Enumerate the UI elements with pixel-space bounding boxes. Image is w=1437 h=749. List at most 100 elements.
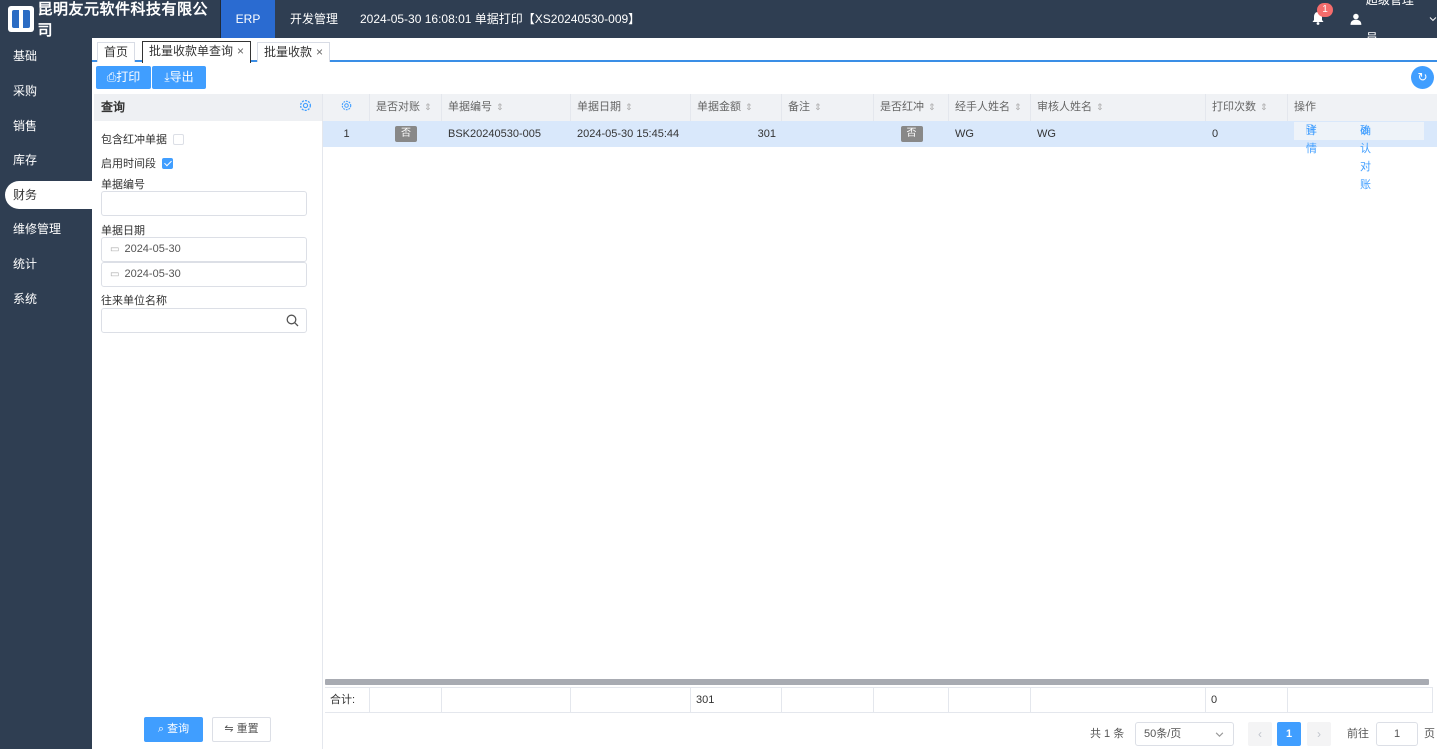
date-to-input[interactable]: ▭ 2024-05-30 [101,262,307,287]
page-number-current[interactable]: 1 [1277,722,1301,746]
partner-input[interactable] [101,308,307,333]
sidebar-item-statistics[interactable]: 统计 [0,250,92,278]
goto-page-input[interactable]: 1 [1376,722,1418,746]
sidebar-item-maintenance[interactable]: 维修管理 [0,215,92,243]
doc-date-cell: 2024-05-30 15:45:44 [577,128,680,140]
sidebar-item-basic[interactable]: 基础 [0,42,92,70]
sidebar-item-system[interactable]: 系统 [0,285,92,313]
search-icon: ⌕ [157,723,165,735]
footer-total-label: 合计: [325,688,370,713]
gear-icon[interactable] [340,99,353,112]
user-menu[interactable]: 超级管理员 [1350,0,1437,45]
export-button[interactable]: ⤓导出 [152,66,206,89]
column-settings[interactable] [323,94,370,121]
nav-erp[interactable]: ERP [221,0,275,38]
refresh-button[interactable]: ↻ [1411,66,1434,89]
col-reversed[interactable]: 是否红冲 ⇕ [874,94,949,121]
footer-cell [874,688,949,713]
tab-batch-receipt-query[interactable]: 批量收款单查询 × [142,41,252,63]
sidebar-item-purchase[interactable]: 采购 [0,77,92,105]
sort-icon[interactable]: ⇕ [1260,102,1268,112]
col-reconciled[interactable]: 是否对账 ⇕ [370,94,442,121]
print-button[interactable]: ⎙打印 [96,66,151,89]
prev-page-button[interactable]: ‹ [1248,722,1272,746]
sort-icon[interactable]: ⇕ [424,102,432,112]
footer-cell [1288,688,1433,713]
print-count-cell: 0 [1212,128,1219,140]
col-amount[interactable]: 单据金额 ⇕ [691,94,782,121]
footer-cell [949,688,1031,713]
doc-date-label: 单据日期 [101,225,145,237]
include-reversed-checkbox[interactable] [173,134,184,145]
sort-icon[interactable]: ⇕ [928,102,936,112]
sidebar-item-inventory[interactable]: 库存 [0,146,92,174]
horizontal-scrollbar[interactable] [325,679,1429,685]
gear-icon[interactable] [298,98,313,113]
total-count: 共 1 条 [1090,728,1125,740]
next-page-button[interactable]: › [1307,722,1331,746]
sort-icon[interactable]: ⇕ [625,102,633,112]
handler-cell: WG [955,128,974,140]
footer-cell [1031,688,1206,713]
footer-cell [571,688,691,713]
calendar-icon: ▭ [110,244,120,255]
close-icon[interactable]: × [237,44,244,58]
row-index: 1 [343,128,350,140]
status-badge: 否 [395,126,417,143]
sidebar: 基础 采购 销售 库存 财务 维修管理 统计 系统 [0,38,92,749]
status-badge: 否 [900,126,923,143]
page-size-select[interactable]: 50条/页 [1135,722,1234,746]
chevron-down-icon [1215,732,1224,737]
company-name: 昆明友元软件科技有限公司 [37,0,209,39]
col-doc-date[interactable]: 单据日期 ⇕ [571,94,691,121]
reset-button[interactable]: ⇋ 重置 [212,717,271,742]
search-button[interactable]: ⌕ 查询 [144,717,203,742]
query-header: 查询 [94,94,322,121]
footer-print-count: 0 [1206,688,1288,713]
col-remark[interactable]: 备注 ⇕ [782,94,874,121]
col-doc-no[interactable]: 单据编号 ⇕ [442,94,571,121]
query-panel: 查询 包含红冲单据 启用时间段 单据编号 单据日期 ▭ 2024-05-30 ▭ 2… [94,94,323,749]
goto-label: 前往 [1347,728,1369,740]
enable-period-option[interactable]: 启用时间段 [101,155,173,171]
brand[interactable]: 昆明友元软件科技有限公司 [0,0,221,39]
col-actions: 操作 [1294,101,1316,113]
enable-period-checkbox[interactable] [162,158,173,169]
sidebar-item-finance[interactable]: 财务 [5,181,92,209]
col-auditor[interactable]: 审核人姓名 ⇕ [1031,94,1206,121]
footer-cell [442,688,571,713]
tab-home[interactable]: 首页 [97,42,136,62]
include-reversed-option[interactable]: 包含红冲单据 [101,131,184,147]
sort-icon[interactable]: ⇕ [745,102,753,112]
sort-icon[interactable]: ⇕ [496,102,504,112]
reversed-cell: 否 [874,121,949,147]
top-bar: 昆明友元软件科技有限公司 ERP 开发管理 2024-05-30 16:08:0… [0,0,1437,45]
table-row[interactable]: 1 否 BSK20240530-005 2024-05-30 15:45:44 … [323,121,1437,147]
notification-badge: 1 [1317,3,1333,17]
company-logo-icon [8,6,34,32]
doc-no-input[interactable] [101,191,307,216]
amount-cell: 301 [757,128,776,140]
close-icon[interactable]: × [316,45,323,59]
auditor-cell: WG [1037,128,1056,140]
footer-cell [782,688,874,713]
reconciled-cell: 否 [370,121,442,147]
reset-icon: ⇋ [224,723,234,735]
sort-icon[interactable]: ⇕ [814,102,822,112]
sort-icon[interactable]: ⇕ [1014,102,1022,112]
tab-batch-receipt[interactable]: 批量收款 × [257,42,331,62]
page-suffix: 页 [1424,728,1435,740]
grid-header: 是否对账 ⇕ 单据编号 ⇕ 单据日期 ⇕ 单据金额 ⇕ 备注 ⇕ 是否红冲 ⇕ 经手人姓名 ⇕… [323,94,1437,121]
col-print-count[interactable]: 打印次数 ⇕ [1206,94,1288,121]
nav-dev-management[interactable]: 开发管理 [290,0,338,38]
date-from-input[interactable]: ▭ 2024-05-30 [101,237,307,262]
query-title: 查询 [101,100,126,114]
user-icon [1350,13,1362,25]
tab-label: 首页 [104,45,129,59]
search-icon[interactable] [286,314,299,327]
tab-label: 批量收款单查询 [149,44,234,58]
col-handler[interactable]: 经手人姓名 ⇕ [949,94,1031,121]
sidebar-item-sales[interactable]: 销售 [0,112,92,140]
sort-icon[interactable]: ⇕ [1096,102,1104,112]
remark-cell [782,121,874,147]
